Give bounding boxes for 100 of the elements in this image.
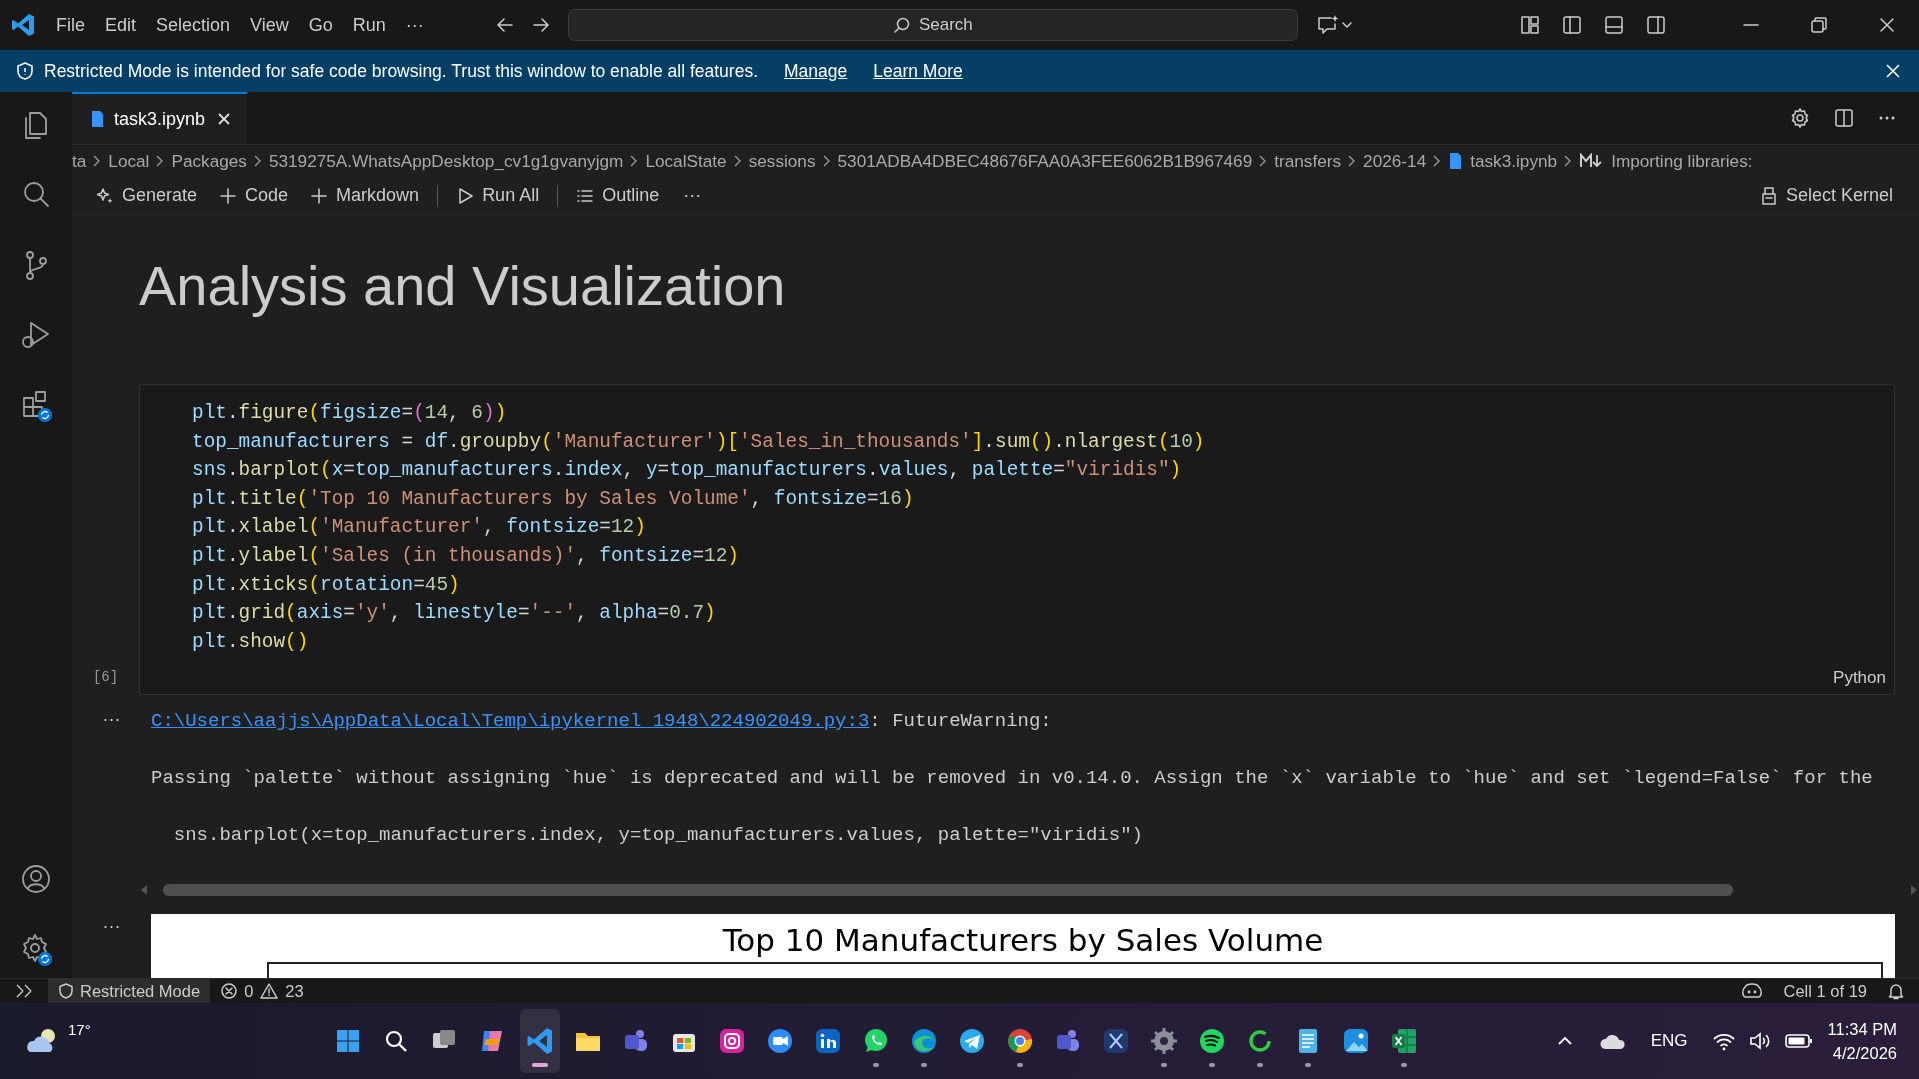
code-line: plt.xlabel('Manufacturer', fontsize=12) [192, 515, 646, 541]
volume-icon[interactable] [1747, 1031, 1772, 1051]
banner-link[interactable]: Learn More [873, 60, 963, 82]
kernel-icon [1759, 185, 1778, 206]
input-language[interactable]: ENG [1638, 1031, 1700, 1051]
breadcrumb-item[interactable]: 2026-14 [1363, 150, 1427, 172]
code-line: plt.grid(axis='y', linestyle='--', alpha=0.7) [192, 601, 716, 627]
weather-temperature[interactable]: 17° [68, 1021, 91, 1038]
taskbar-app[interactable] [520, 1009, 560, 1073]
code-line: plt.title('Top 10 Manufacturers by Sales Volume', fontsize=16) [192, 486, 914, 512]
output-line: sns.barplot(x=top_manufacturers.index, y=top_manufacturers.values, palette="viridis") [172, 824, 1143, 846]
toolbar-button[interactable]: Code [211, 183, 297, 208]
remote-icon[interactable] [14, 982, 34, 1000]
output-line: Passing `palette` without assigning `hue` is deprecated and will be removed in v0.14.0. Assign the `x` variable to `hue` and set `legend=False` for the [151, 767, 1873, 789]
running-indicator [532, 1063, 548, 1067]
settings-icon[interactable] [1789, 107, 1811, 129]
editor-tab[interactable]: task3.ipynb [72, 92, 248, 144]
chevron-right-icon [252, 154, 263, 168]
running-indicator [1209, 1063, 1215, 1067]
code-line: sns.barplot(x=top_manufacturers.index, y=top_manufacturers.values, palette="viridis") [192, 458, 1182, 484]
shield-icon [16, 61, 34, 81]
settings-icon [1148, 1025, 1180, 1057]
battery-icon[interactable] [1783, 1031, 1814, 1051]
error-icon [220, 982, 239, 1000]
warning-icon [259, 982, 280, 1000]
clock-date[interactable]: 4/2/2026 [1832, 1041, 1897, 1065]
wifi-icon[interactable] [1711, 1031, 1736, 1051]
layout-icon[interactable] [1519, 14, 1541, 36]
select-kernel-button[interactable]: Select Kernel [1751, 183, 1901, 208]
markdown-heading: Analysis and Visualization [139, 253, 787, 319]
breadcrumb-item[interactable]: sessions [748, 150, 816, 172]
chat-sparkle-icon[interactable] [1315, 14, 1340, 36]
running-indicator [1161, 1063, 1167, 1067]
chevron-right-icon [732, 154, 743, 168]
running-indicator [873, 1063, 879, 1067]
running-indicator [1305, 1063, 1311, 1067]
markdown-icon [1579, 153, 1604, 169]
plus-icon [310, 186, 329, 205]
menu-item[interactable]: File [46, 10, 95, 40]
breadcrumb-item[interactable]: transfers [1274, 150, 1342, 172]
running-indicator [921, 1063, 927, 1067]
output-line: C:\Users\aajjs\AppData\Local\Temp\ipykernel_1948\224902049.py:3: FutureWarning: [151, 710, 1052, 732]
vscode-logo-icon[interactable] [10, 12, 36, 38]
sidebar-right-icon[interactable] [1645, 14, 1667, 36]
output-menu[interactable]: ··· [102, 916, 121, 937]
sparkle-icon [96, 186, 114, 205]
menu-item[interactable]: Run [342, 10, 396, 40]
toolbar-button[interactable]: Run All [448, 183, 548, 208]
code-cell[interactable] [139, 384, 1895, 695]
search-field[interactable]: Search [567, 9, 1298, 41]
shield-icon [58, 982, 74, 1000]
search-icon [892, 16, 911, 34]
running-indicator [1257, 1063, 1263, 1067]
play-icon [456, 186, 475, 205]
breadcrumb-item[interactable]: Packages [171, 150, 247, 172]
breadcrumb-item[interactable]: ta [72, 150, 87, 172]
menu-item[interactable]: Edit [95, 10, 147, 40]
bell-icon[interactable] [1887, 982, 1905, 1000]
account-icon[interactable] [19, 862, 53, 896]
running-indicator [1017, 1063, 1023, 1067]
toolbar-button[interactable]: Markdown [302, 183, 428, 208]
output-menu[interactable]: ··· [102, 709, 121, 730]
more-actions[interactable]: ··· [673, 185, 712, 206]
menu-item[interactable]: ··· [395, 10, 434, 40]
problems-status[interactable]: 0 23 [210, 979, 314, 1003]
toolbar-button[interactable]: Outline [568, 183, 668, 208]
code-line: plt.xticks(rotation=45) [192, 572, 460, 598]
menu-item[interactable]: View [240, 10, 299, 40]
scrollbar-thumb[interactable] [163, 884, 1733, 896]
chart-title: Top 10 Manufacturers by Sales Volume [722, 921, 1324, 960]
code-line: plt.show() [192, 629, 309, 655]
panel-bottom-icon[interactable] [1603, 14, 1625, 36]
clock-time[interactable]: 11:34 PM [1827, 1017, 1897, 1041]
banner-link[interactable]: Manage [784, 60, 848, 82]
restore-icon[interactable] [1809, 15, 1829, 35]
code-line: plt.ylabel('Sales (in thousands)', fontsize=12) [192, 543, 739, 569]
file-link[interactable]: C:\Users\aajjs\AppData\Local\Temp\ipykernel_1948\224902049.py:3 [151, 710, 870, 732]
breadcrumb-item[interactable]: Local [108, 150, 150, 172]
menu-item[interactable]: Selection [146, 10, 241, 40]
chevron-right-icon [821, 154, 832, 168]
restricted-mode-status[interactable]: Restricted Mode [48, 979, 211, 1003]
code-line: top_manufacturers = df.groupby('Manufacturer')['Sales_in_thousands'].sum().nlargest(10) [192, 429, 1205, 455]
split-editor-icon[interactable] [1833, 107, 1855, 129]
menu-item[interactable]: Go [298, 10, 343, 40]
execution-count: [6] [92, 669, 119, 685]
breadcrumb-item[interactable]: LocalState [645, 150, 727, 172]
cell-language[interactable]: Python [1833, 668, 1886, 688]
notebook-file-icon [90, 110, 104, 128]
plus-icon [219, 186, 238, 205]
running-indicator [1401, 1063, 1407, 1067]
breadcrumb-item[interactable]: 5319275A.WhatsAppDesktop_cv1g1gvanyjgm [268, 150, 624, 172]
toolbar-button[interactable]: Generate [88, 183, 206, 208]
close-icon[interactable] [1877, 15, 1897, 35]
sidebar-left-icon[interactable] [1561, 14, 1583, 36]
breadcrumb-item[interactable]: Importing libraries: [1611, 150, 1753, 172]
code-line: plt.figure(figsize=(14, 6)) [192, 401, 507, 426]
breadcrumb-item[interactable]: 5301ADBA4DBEC48676FAA0A3FEE6062B1B967469 [837, 150, 1253, 172]
cell-position-status[interactable]: Cell 1 of 19 [1773, 979, 1877, 1003]
breadcrumb-item[interactable]: task3.ipynb [1470, 150, 1558, 172]
notebook-file-icon [1448, 152, 1463, 170]
